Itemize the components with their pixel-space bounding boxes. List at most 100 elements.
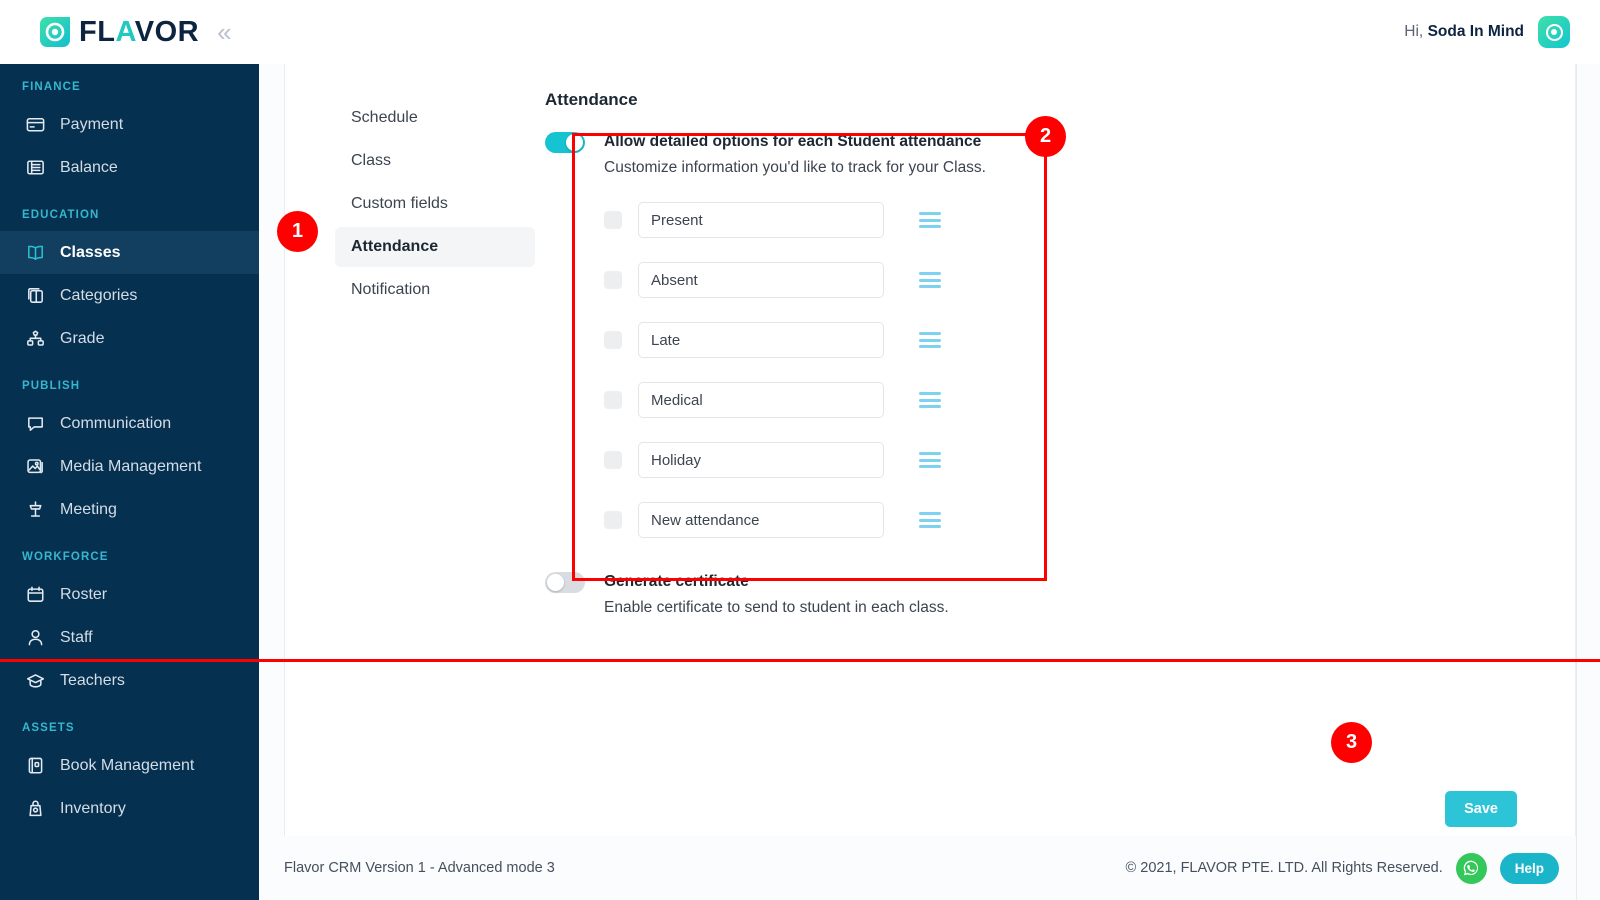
- sidebar-item-label: Communication: [60, 415, 171, 433]
- generate-certificate-row: Generate certificate Enable certificate …: [545, 571, 1005, 617]
- sidebar-item-label: Payment: [60, 116, 123, 134]
- attendance-option-checkbox[interactable]: [604, 211, 622, 229]
- attendance-option-row: [604, 382, 1005, 418]
- sidebar-collapse-icon[interactable]: «: [217, 19, 231, 45]
- inventory-bag-icon: [24, 798, 46, 820]
- book-icon: [24, 755, 46, 777]
- attendance-option-row: [604, 322, 1005, 358]
- generate-certificate-texts: Generate certificate Enable certificate …: [604, 571, 949, 617]
- subnav-item-notification[interactable]: Notification: [335, 270, 535, 310]
- flavor-mark-icon: [40, 17, 70, 47]
- attendance-option-row: [604, 262, 1005, 298]
- calendar-icon: [24, 584, 46, 606]
- attendance-option-input[interactable]: [638, 382, 884, 418]
- detailed-options-toggle[interactable]: [545, 132, 585, 153]
- graduation-cap-icon: [24, 670, 46, 692]
- sidebar-item-grade[interactable]: Grade: [0, 317, 259, 360]
- subnav-item-attendance[interactable]: Attendance: [335, 227, 535, 267]
- subnav-item-schedule[interactable]: Schedule: [335, 98, 535, 138]
- attendance-option-input[interactable]: [638, 202, 884, 238]
- attendance-option-input[interactable]: [638, 262, 884, 298]
- attendance-option-checkbox[interactable]: [604, 331, 622, 349]
- brand-logo[interactable]: FLAVOR: [0, 17, 199, 47]
- help-button[interactable]: Help: [1500, 853, 1559, 884]
- app-root: FLAVOR « Hi, Soda In Mind FINANCE Payment…: [0, 0, 1600, 900]
- sidebar-item-label: Grade: [60, 330, 104, 348]
- attendance-option-checkbox[interactable]: [604, 271, 622, 289]
- sidebar-item-label: Inventory: [60, 800, 126, 818]
- attendance-option-input[interactable]: [638, 502, 884, 538]
- attendance-option-checkbox[interactable]: [604, 391, 622, 409]
- footer-right-group: © 2021, FLAVOR PTE. LTD. All Rights Rese…: [1126, 853, 1559, 884]
- generate-certificate-toggle[interactable]: [545, 572, 585, 593]
- save-button[interactable]: Save: [1445, 791, 1517, 827]
- drag-handle-icon[interactable]: [919, 272, 941, 288]
- user-name: Soda In Mind: [1428, 23, 1524, 40]
- whatsapp-icon[interactable]: [1456, 853, 1487, 884]
- hierarchy-icon: [24, 328, 46, 350]
- image-icon: [24, 456, 46, 478]
- sidebar-item-label: Balance: [60, 159, 118, 177]
- content-scroll-edge[interactable]: [1576, 64, 1577, 900]
- attendance-option-row: [604, 442, 1005, 478]
- attendance-option-row: [604, 502, 1005, 538]
- annotation-divider-line: [0, 659, 1600, 662]
- greeting-prefix: Hi,: [1404, 23, 1423, 40]
- attendance-options-list: [545, 202, 1005, 538]
- attendance-option-input[interactable]: [638, 322, 884, 358]
- detailed-options-subtitle: Customize information you'd like to trac…: [604, 159, 986, 177]
- sidebar-section-finance: FINANCE: [0, 64, 259, 103]
- page-footer: Flavor CRM Version 1 - Advanced mode 3 ©…: [259, 836, 1600, 900]
- generate-certificate-subtitle: Enable certificate to send to student in…: [604, 599, 949, 617]
- subnav-item-class[interactable]: Class: [335, 141, 535, 181]
- user-icon: [24, 627, 46, 649]
- drag-handle-icon[interactable]: [919, 332, 941, 348]
- sidebar-item-payment[interactable]: Payment: [0, 103, 259, 146]
- sidebar-item-label: Media Management: [60, 458, 201, 476]
- sidebar-item-book-management[interactable]: Book Management: [0, 744, 259, 787]
- sidebar-item-label: Classes: [60, 244, 121, 262]
- settings-subnav: Schedule Class Custom fieldsAttendanceNoti…: [285, 90, 545, 617]
- sidebar-item-media-management[interactable]: Media Management: [0, 445, 259, 488]
- attendance-option-checkbox[interactable]: [604, 511, 622, 529]
- avatar-ring-icon: [1546, 24, 1563, 41]
- sidebar-section-publish: PUBLISH: [0, 360, 259, 402]
- sidebar-item-label: Book Management: [60, 757, 194, 775]
- drag-handle-icon[interactable]: [919, 452, 941, 468]
- sidebar-item-label: Roster: [60, 586, 107, 604]
- sidebar-item-classes[interactable]: Classes: [0, 231, 259, 274]
- sidebar-item-teachers[interactable]: Teachers: [0, 659, 259, 702]
- annotation-badge-1: 1: [277, 211, 318, 252]
- sidebar-item-balance[interactable]: Balance: [0, 146, 259, 189]
- stacked-coins-icon: [24, 157, 46, 179]
- main-sidebar: FINANCEPaymentBalanceEDUCATIONClassesCat…: [0, 64, 259, 900]
- avatar-dot-icon: [1551, 29, 1557, 35]
- copyright-label: © 2021, FLAVOR PTE. LTD. All Rights Rese…: [1126, 860, 1443, 876]
- attendance-option-input[interactable]: [638, 442, 884, 478]
- sidebar-item-label: Categories: [60, 287, 137, 305]
- sidebar-item-roster[interactable]: Roster: [0, 573, 259, 616]
- annotation-badge-2: 2: [1025, 116, 1066, 157]
- drag-handle-icon[interactable]: [919, 512, 941, 528]
- sidebar-section-assets: ASSETS: [0, 702, 259, 744]
- attendance-option-checkbox[interactable]: [604, 451, 622, 469]
- settings-panel: ScheduleClassCustom fieldsAttendanceNoti…: [284, 64, 1576, 822]
- page-title: Attendance: [545, 90, 1005, 110]
- subnav-item-label: Class: [351, 152, 391, 170]
- chat-bubble-icon: [24, 413, 46, 435]
- drag-handle-icon[interactable]: [919, 392, 941, 408]
- sidebar-item-inventory[interactable]: Inventory: [0, 787, 259, 830]
- topbar-user-area: Hi, Soda In Mind: [1404, 16, 1600, 48]
- detailed-options-texts: Allow detailed options for each Student …: [604, 131, 986, 177]
- drag-handle-icon[interactable]: [919, 212, 941, 228]
- sidebar-item-meeting[interactable]: Meeting: [0, 488, 259, 531]
- avatar[interactable]: [1538, 16, 1570, 48]
- sidebar-item-communication[interactable]: Communication: [0, 402, 259, 445]
- subnav-item-custom-fields[interactable]: Custom fields: [335, 184, 535, 224]
- detailed-options-group: Allow detailed options for each Student …: [545, 131, 1005, 538]
- sidebar-item-staff[interactable]: Staff: [0, 616, 259, 659]
- detailed-options-row: Allow detailed options for each Student …: [545, 131, 1005, 177]
- generate-certificate-title: Generate certificate: [604, 571, 949, 592]
- sidebar-item-categories[interactable]: Categories: [0, 274, 259, 317]
- toggle-knob: [547, 574, 564, 591]
